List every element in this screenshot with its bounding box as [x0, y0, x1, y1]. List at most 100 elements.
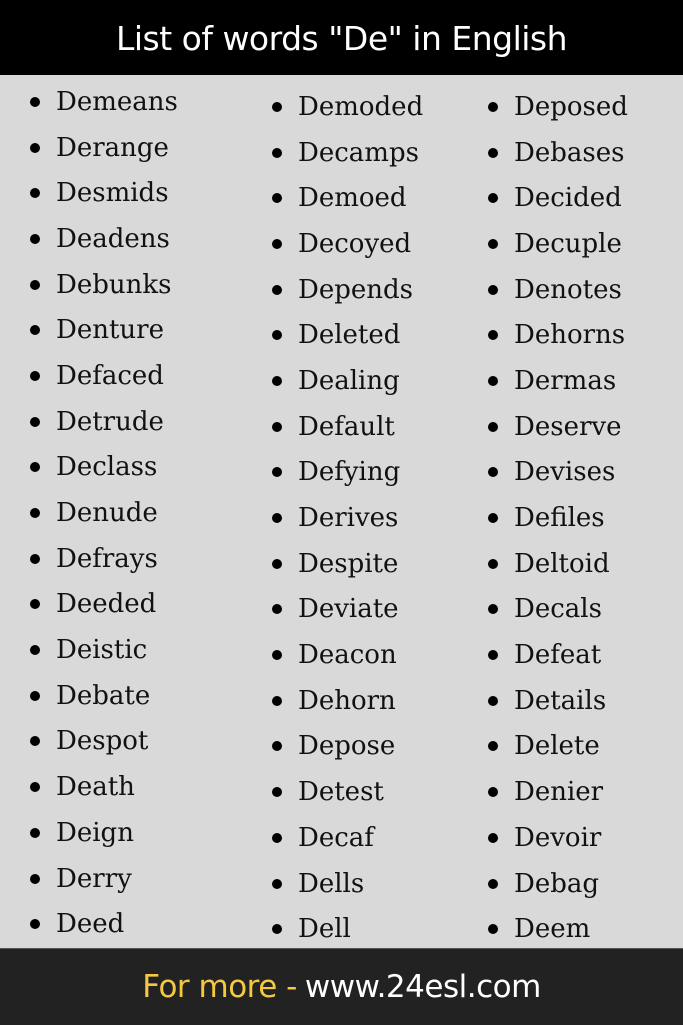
bullet-icon	[488, 238, 498, 249]
word-column-3: Deposed Debases Decided Decuple Denotes Dehor…	[488, 84, 628, 952]
list-item: Deserve	[488, 404, 628, 450]
list-item: Denier	[488, 769, 628, 815]
word-text: Dells	[298, 868, 365, 899]
bullet-icon	[30, 188, 40, 199]
bullet-icon	[272, 284, 282, 295]
bullet-icon	[272, 467, 282, 478]
word-text: Deistic	[56, 635, 148, 666]
word-text: Decals	[514, 594, 602, 625]
list-item: Default	[272, 404, 423, 450]
word-text: Debate	[56, 680, 151, 711]
list-item: Deign	[30, 810, 178, 856]
list-item: Decided	[488, 175, 628, 221]
word-text: Denotes	[514, 274, 622, 305]
list-item: Detrude	[30, 399, 178, 445]
list-item: Denture	[30, 307, 178, 353]
word-text: Deltoid	[514, 548, 610, 579]
bullet-icon	[272, 695, 282, 706]
bullet-icon	[30, 873, 40, 884]
bullet-icon	[272, 513, 282, 524]
word-text: Denture	[56, 315, 164, 346]
word-text: Deign	[56, 817, 134, 848]
bullet-icon	[30, 599, 40, 610]
list-item: Debunks	[30, 262, 178, 308]
word-text: Death	[56, 772, 135, 803]
word-text: Delete	[514, 731, 600, 762]
bullet-icon	[30, 370, 40, 381]
word-text: Deeded	[56, 589, 157, 620]
bullet-icon	[30, 827, 40, 838]
bullet-icon	[272, 101, 282, 112]
list-item: Deposed	[488, 84, 628, 130]
list-item: Deadens	[30, 216, 178, 262]
list-item: Deistic	[30, 627, 178, 673]
bullet-icon	[272, 193, 282, 204]
word-text: Decided	[514, 183, 622, 214]
bullet-icon	[488, 832, 498, 843]
bullet-icon	[488, 878, 498, 889]
word-text: Details	[514, 685, 607, 716]
list-item: Depends	[272, 267, 423, 313]
bullet-icon	[272, 787, 282, 798]
bullet-icon	[272, 558, 282, 569]
bullet-icon	[272, 650, 282, 661]
word-text: Devises	[514, 457, 616, 488]
word-text: Debag	[514, 868, 600, 899]
list-item: Defiles	[488, 495, 628, 541]
list-item: Dells	[272, 861, 423, 907]
word-text: Declass	[56, 452, 158, 483]
bullet-icon	[488, 375, 498, 386]
list-item: Defaced	[30, 353, 178, 399]
word-text: Derives	[298, 503, 399, 534]
bullet-icon	[488, 193, 498, 204]
bullet-icon	[488, 147, 498, 158]
header-banner: List of words "De" in English	[0, 0, 683, 75]
list-item: Defying	[272, 450, 423, 496]
word-text: Denude	[56, 498, 158, 529]
list-item: Desmids	[30, 170, 178, 216]
word-text: Deacon	[298, 640, 397, 671]
bullet-icon	[30, 416, 40, 427]
bullet-icon	[488, 741, 498, 752]
bullet-icon	[30, 736, 40, 747]
footer-website-link[interactable]: www.24esl.com	[305, 969, 541, 1005]
bullet-icon	[488, 558, 498, 569]
bullet-icon	[30, 142, 40, 153]
word-text: Desmids	[56, 178, 169, 209]
list-item: Dehorns	[488, 312, 628, 358]
list-item: Decoyed	[272, 221, 423, 267]
list-item: Dehorn	[272, 678, 423, 724]
word-column-1: Demeans Derange Desmids Deadens Debunks Dentu…	[30, 79, 178, 947]
list-item: Dermas	[488, 358, 628, 404]
bullet-icon	[272, 421, 282, 432]
list-item: Dealing	[272, 358, 423, 404]
list-item: Death	[30, 764, 178, 810]
bullet-icon	[488, 330, 498, 341]
list-item: Deem	[488, 906, 628, 952]
word-text: Despite	[298, 548, 399, 579]
bullet-icon	[30, 553, 40, 564]
bullet-icon	[488, 650, 498, 661]
word-text: Deposed	[514, 91, 628, 122]
list-item: Debate	[30, 673, 178, 719]
bullet-icon	[30, 690, 40, 701]
word-text: Derry	[56, 863, 132, 894]
list-item: Defrays	[30, 536, 178, 582]
word-text: Deed	[56, 909, 125, 940]
bullet-icon	[30, 233, 40, 244]
word-text: Denier	[514, 777, 604, 808]
bullet-icon	[272, 832, 282, 843]
footer-prefix: For more -	[142, 969, 297, 1005]
list-item: Despite	[272, 541, 423, 587]
bullet-icon	[30, 325, 40, 336]
word-text: Defying	[298, 457, 401, 488]
word-text: Deem	[514, 914, 591, 945]
bullet-icon	[30, 462, 40, 473]
list-item: Defeat	[488, 632, 628, 678]
bullet-icon	[272, 878, 282, 889]
list-item: Deed	[30, 901, 178, 947]
bullet-icon	[272, 924, 282, 935]
word-column-2: Demoded Decamps Demoed Decoyed Depends Delete…	[272, 84, 423, 952]
list-item: Despot	[30, 719, 178, 765]
word-text: Dermas	[514, 365, 617, 396]
